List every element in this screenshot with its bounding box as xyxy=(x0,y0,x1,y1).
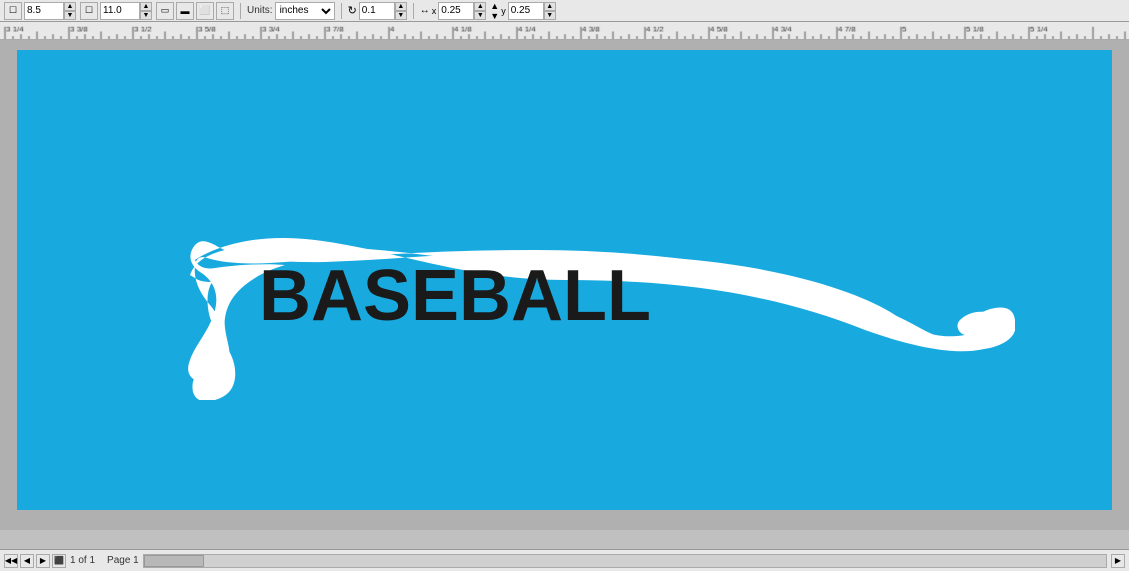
horizontal-ruler xyxy=(0,22,1129,40)
scroll-right-btn[interactable]: ▶ xyxy=(1111,554,1125,568)
rotation-up-btn[interactable]: ▲ xyxy=(395,2,407,11)
page-count: 1 of 1 xyxy=(70,555,95,566)
height-down-btn[interactable]: ▼ xyxy=(140,11,152,20)
units-label: Units: xyxy=(247,5,273,16)
units-select[interactable]: inches xyxy=(275,2,335,20)
horizontal-scrollbar[interactable] xyxy=(143,554,1107,568)
units-group: Units: inches xyxy=(247,2,335,20)
cx-down-btn[interactable]: ▼ xyxy=(474,11,486,20)
portrait-btn[interactable]: ▭ xyxy=(156,2,174,20)
page-canvas: BASEBALL xyxy=(17,50,1112,510)
page-label: Page 1 xyxy=(107,555,139,566)
cy-sublabel: y xyxy=(501,6,506,16)
cx-group: ↔ x ▲ ▼ xyxy=(420,2,487,20)
cy-group: ▲▼ y ▲ ▼ xyxy=(490,1,555,21)
page-width-input[interactable] xyxy=(24,2,64,20)
cy-label: ▲▼ xyxy=(490,1,499,21)
toolbar: ☐ ▲ ▼ ☐ ▲ ▼ ▭ ▬ ⬜ ⬚ Units: inches xyxy=(0,0,1129,22)
height-up-btn[interactable]: ▲ xyxy=(140,2,152,11)
canvas-area[interactable]: BASEBALL xyxy=(0,40,1129,530)
width-up-btn[interactable]: ▲ xyxy=(64,2,76,11)
page-nav-group: ◀◀ ◀ ▶ ⬛ xyxy=(4,554,66,568)
page-prev-btn[interactable]: ◀ xyxy=(20,554,34,568)
statusbar: ◀◀ ◀ ▶ ⬛ 1 of 1 Page 1 ▶ xyxy=(0,549,1129,571)
swoosh-svg: BASEBALL xyxy=(115,200,1015,400)
cx-up-btn[interactable]: ▲ xyxy=(474,2,486,11)
toolbar-sep-2 xyxy=(341,3,342,19)
page-icon-2[interactable]: ☐ xyxy=(80,2,98,20)
rotation-group: ↻ ▲ ▼ xyxy=(348,2,407,20)
rotation-input[interactable] xyxy=(359,2,395,20)
cx-label: ↔ xyxy=(420,5,430,16)
cx-sublabel: x xyxy=(432,6,437,16)
rotation-down-btn[interactable]: ▼ xyxy=(395,11,407,20)
page-next-btn[interactable]: ▶ xyxy=(36,554,50,568)
cy-up-btn[interactable]: ▲ xyxy=(544,2,556,11)
page-last-btn[interactable]: ⬛ xyxy=(52,554,66,568)
orientation-group: ▭ ▬ ⬜ ⬚ xyxy=(156,2,234,20)
cx-input[interactable] xyxy=(438,2,474,20)
toolbar-sep-1 xyxy=(240,3,241,19)
width-down-btn[interactable]: ▼ xyxy=(64,11,76,20)
page-width-group: ☐ ▲ ▼ xyxy=(4,2,76,20)
toolbar-sep-3 xyxy=(413,3,414,19)
cy-input[interactable] xyxy=(508,2,544,20)
page-icon-1[interactable]: ☐ xyxy=(4,2,22,20)
rotation-icon: ↻ xyxy=(348,4,357,17)
page-height-input[interactable] xyxy=(100,2,140,20)
baseball-text: BASEBALL xyxy=(259,256,651,336)
page-height-group: ☐ ▲ ▼ xyxy=(80,2,152,20)
scrollbar-thumb[interactable] xyxy=(144,555,204,567)
landscape-btn[interactable]: ▬ xyxy=(176,2,194,20)
page-first-btn[interactable]: ◀◀ xyxy=(4,554,18,568)
page-layout-btn2[interactable]: ⬚ xyxy=(216,2,234,20)
cy-down-btn[interactable]: ▼ xyxy=(544,11,556,20)
ruler-canvas xyxy=(0,22,1129,39)
page-layout-btn1[interactable]: ⬜ xyxy=(196,2,214,20)
